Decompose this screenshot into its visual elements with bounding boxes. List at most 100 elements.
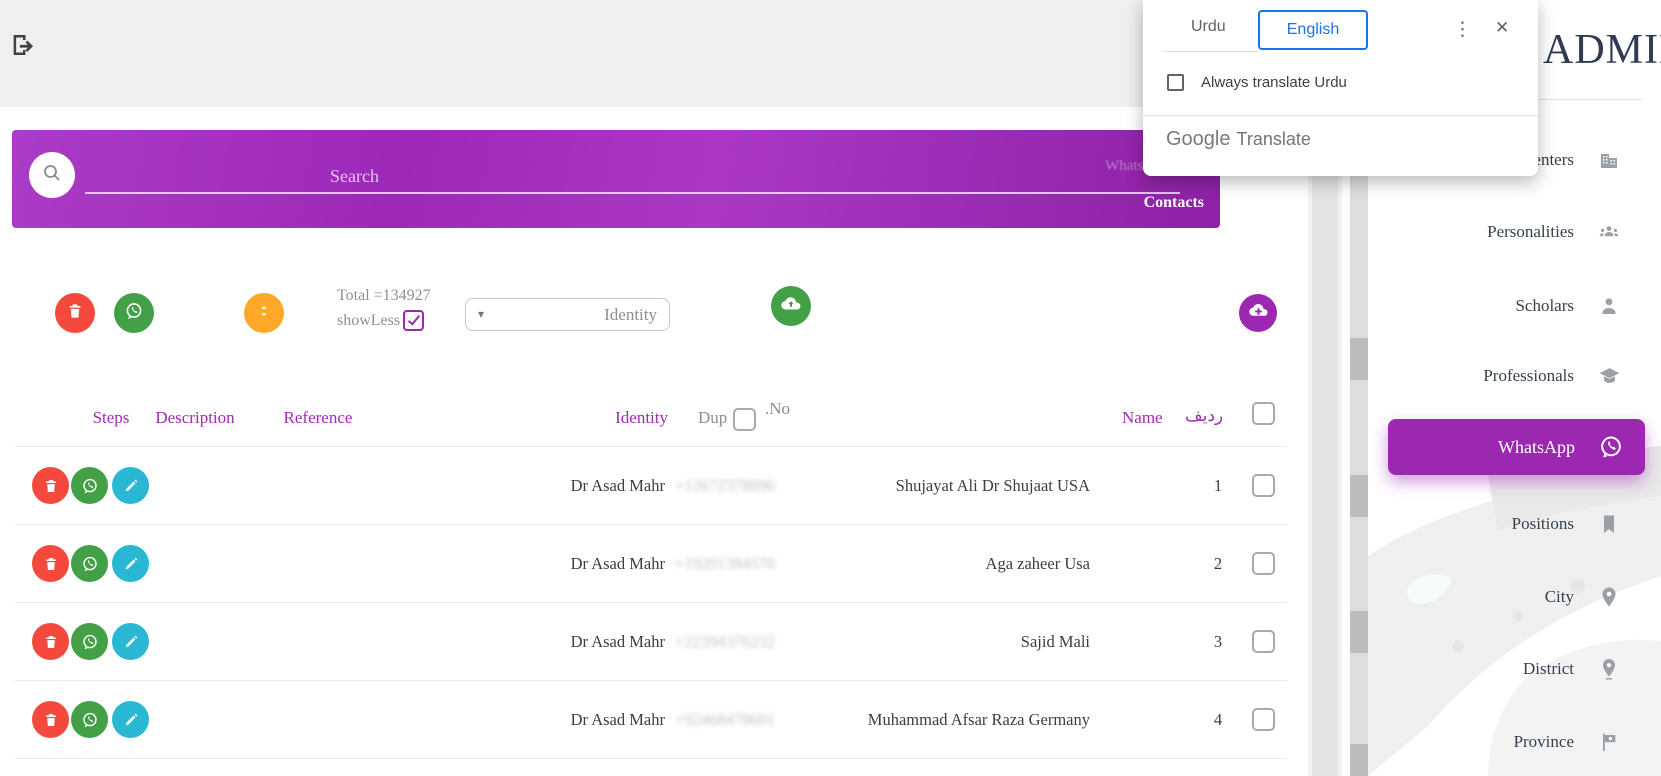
search-button[interactable] (29, 152, 75, 198)
sidebar-item-label: City (1545, 587, 1574, 607)
row-whatsapp-button[interactable] (71, 701, 108, 738)
sidebar-item-city[interactable]: City (1545, 584, 1622, 610)
row-whatsapp-button[interactable] (71, 545, 108, 582)
sidebar-item-district[interactable]: District (1523, 656, 1622, 682)
show-less-checkbox[interactable] (403, 310, 424, 331)
search-banner: Search WhatsApp App Contacts (12, 130, 1220, 228)
google-logo: Google (1166, 128, 1231, 151)
trash-icon (65, 301, 85, 326)
sidebar-item-province[interactable]: Province (1514, 729, 1622, 755)
row-whatsapp-button[interactable] (71, 623, 108, 660)
window-scrollbar-thumb[interactable] (1350, 475, 1368, 517)
row-number: 4 (1203, 710, 1233, 730)
total-block: Total =134927 showLess (337, 287, 431, 331)
inner-scrollbar-thumb[interactable] (1312, 170, 1338, 776)
col-description: Description (150, 408, 240, 428)
window-scrollbar-thumb[interactable] (1350, 338, 1368, 380)
row-phone-blurred: +19201384570 (675, 554, 835, 574)
table-header: Steps Description Reference Identity Dup… (15, 400, 1287, 440)
select-all-checkbox[interactable] (1252, 402, 1275, 425)
tab-urdu[interactable]: Urdu (1191, 18, 1226, 36)
row-delete-button[interactable] (32, 623, 69, 660)
app-page: Search WhatsApp App Contacts Total =1349… (0, 0, 1661, 776)
sidebar-item-personalities[interactable]: Personalities (1487, 219, 1622, 245)
unfold-arrows-icon (254, 301, 274, 326)
col-identity: Identity (568, 408, 668, 428)
sidebar-item-whatsapp[interactable]: WhatsApp (1388, 419, 1645, 475)
row-checkbox[interactable] (1252, 474, 1275, 497)
row-divider (15, 758, 1287, 759)
cloud-add-button[interactable] (1239, 294, 1277, 332)
google-translate-brand: Google Translate (1166, 128, 1311, 151)
sidebar-item-positions[interactable]: Positions (1512, 511, 1622, 537)
sidebar-title: ADMIN (1543, 26, 1661, 74)
contacts-label: Contacts (1144, 194, 1204, 212)
col-no: .No (765, 399, 790, 419)
dup-checkbox[interactable] (733, 408, 756, 431)
col-name: Name (1122, 408, 1163, 428)
row-name: Sajid Mali (840, 632, 1090, 652)
kebab-menu-icon[interactable]: ⋮ (1453, 16, 1472, 44)
table-row: Dr Asad Mahr +22394376232 Sajid Mali 3 (15, 602, 1287, 680)
row-number: 2 (1203, 554, 1233, 574)
whatsapp-icon (123, 300, 145, 327)
table-row: Dr Asad Mahr +12672378096 Shujayat Ali D… (15, 446, 1287, 524)
row-checkbox[interactable] (1252, 552, 1275, 575)
unfold-more-button[interactable] (244, 293, 284, 333)
window-scrollbar-thumb[interactable] (1350, 611, 1368, 653)
whatsapp-icon (1597, 433, 1625, 461)
total-label: Total =134927 (337, 287, 431, 304)
search-icon (40, 161, 64, 190)
chevron-down-icon: ▾ (478, 307, 484, 322)
row-edit-button[interactable] (112, 623, 149, 660)
always-translate-label: Always translate Urdu (1201, 74, 1347, 91)
row-number: 3 (1203, 632, 1233, 652)
col-radif: ردیف (1185, 406, 1229, 426)
row-edit-button[interactable] (112, 545, 149, 582)
graduation-cap-icon (1596, 363, 1622, 389)
map-pin-lines-icon (1596, 656, 1622, 682)
logout-icon[interactable] (8, 30, 38, 60)
flag-icon (1596, 729, 1622, 755)
row-delete-button[interactable] (32, 467, 69, 504)
building-icon (1596, 147, 1622, 173)
row-delete-button[interactable] (32, 545, 69, 582)
show-less-label: showLess (337, 312, 400, 329)
sidebar-item-label: Positions (1512, 514, 1574, 534)
identity-dropdown[interactable]: ▾ Identity (465, 298, 670, 331)
search-placeholder: Search (330, 166, 379, 187)
row-name: Shujayat Ali Dr Shujaat USA (840, 476, 1090, 496)
col-dup: Dup (698, 408, 727, 428)
row-delete-button[interactable] (32, 701, 69, 738)
people-group-icon (1596, 219, 1622, 245)
delete-button[interactable] (55, 293, 95, 333)
sidebar-divider (1538, 99, 1643, 100)
tab-underline (1163, 51, 1258, 52)
cloud-upload-button[interactable] (771, 286, 811, 326)
row-edit-button[interactable] (112, 701, 149, 738)
map-pin-icon (1596, 584, 1622, 610)
row-phone-blurred: +92468478601 (675, 710, 835, 730)
search-input[interactable] (85, 192, 1180, 194)
row-identity: Dr Asad Mahr (535, 710, 665, 730)
close-icon[interactable]: ✕ (1495, 18, 1509, 38)
sidebar-item-label: Professionals (1483, 366, 1574, 386)
translate-popup: Urdu English ⋮ ✕ Always translate Urdu G… (1143, 0, 1538, 176)
row-name: Aga zaheer Usa (840, 554, 1090, 574)
row-whatsapp-button[interactable] (71, 467, 108, 504)
popup-divider (1143, 115, 1538, 116)
sidebar-item-professionals[interactable]: Professionals (1483, 363, 1622, 389)
bookmark-icon (1596, 511, 1622, 537)
row-phone-blurred: +22394376232 (675, 632, 835, 652)
tab-english[interactable]: English (1258, 10, 1368, 50)
row-checkbox[interactable] (1252, 708, 1275, 731)
col-steps: Steps (81, 408, 141, 428)
window-scrollbar-thumb[interactable] (1350, 744, 1368, 776)
row-name: Muhammad Afsar Raza Germany (840, 710, 1090, 730)
row-checkbox[interactable] (1252, 630, 1275, 653)
whatsapp-button[interactable] (114, 293, 154, 333)
sidebar-item-scholars[interactable]: Scholars (1515, 293, 1622, 319)
always-translate-checkbox[interactable] (1167, 74, 1184, 91)
sidebar-item-label: District (1523, 659, 1574, 679)
row-edit-button[interactable] (112, 467, 149, 504)
